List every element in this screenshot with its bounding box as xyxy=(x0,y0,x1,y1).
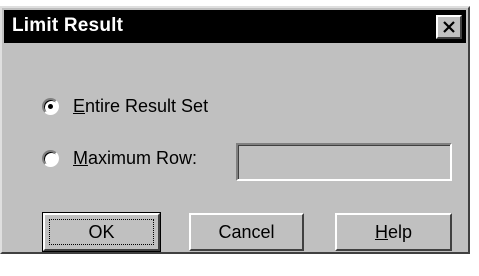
radio-label-maximum: Maximum Row: xyxy=(73,148,198,168)
close-icon xyxy=(443,21,455,33)
radio-maximum-row[interactable]: Maximum Row: xyxy=(42,148,197,169)
radio-selected-dot xyxy=(48,104,53,109)
maximum-row-input[interactable] xyxy=(236,143,452,181)
dialog-title: Limit Result xyxy=(12,15,124,36)
cancel-button[interactable]: Cancel xyxy=(189,213,304,251)
focus-rectangle xyxy=(49,219,154,245)
radio-label-entire: Entire Result Set xyxy=(73,96,209,116)
radio-circle-entire[interactable] xyxy=(42,98,59,115)
radio-circle-maximum[interactable] xyxy=(42,150,59,167)
title-bar: Limit Result xyxy=(4,10,466,43)
cancel-button-label: Cancel xyxy=(218,221,275,242)
help-button[interactable]: Help xyxy=(335,213,452,251)
help-button-label: Help xyxy=(374,221,413,242)
ok-button[interactable]: OK xyxy=(42,212,161,252)
radio-entire-result-set[interactable]: Entire Result Set xyxy=(42,96,208,117)
limit-result-dialog: Limit Result Entire Result Set Maximum R… xyxy=(0,6,470,254)
close-button[interactable] xyxy=(436,15,462,39)
